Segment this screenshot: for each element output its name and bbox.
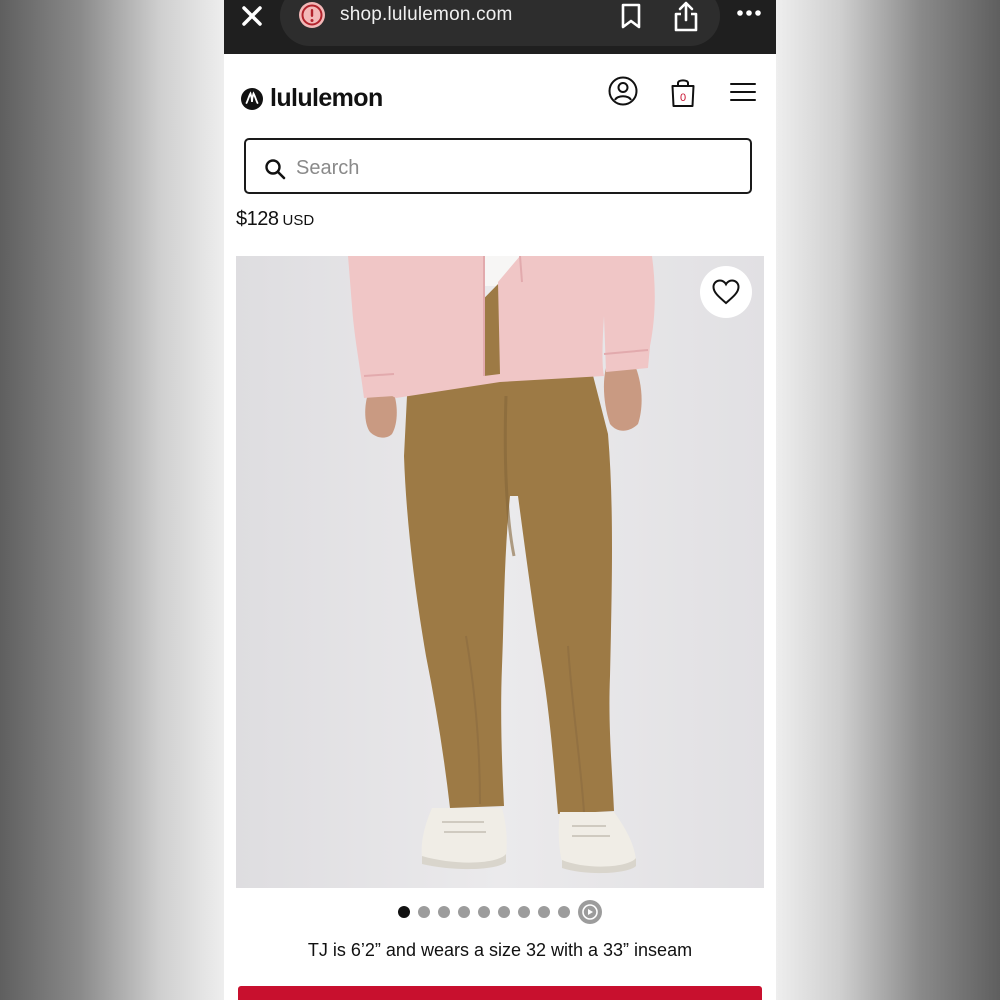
favorite-button[interactable] xyxy=(700,266,752,318)
close-icon[interactable] xyxy=(238,2,266,30)
cart-count: 0 xyxy=(680,92,686,104)
share-icon[interactable] xyxy=(672,0,700,32)
video-play-indicator[interactable] xyxy=(578,900,602,924)
carousel-dot[interactable] xyxy=(458,906,470,918)
warning-icon[interactable] xyxy=(298,1,326,29)
play-icon xyxy=(582,904,598,920)
menu-icon[interactable] xyxy=(730,82,756,102)
product-photo-illustration xyxy=(236,256,764,888)
phone-screen: shop.lululemon.com lululemon 0 Search $1… xyxy=(224,0,776,1000)
logo[interactable]: lululemon xyxy=(240,84,383,113)
carousel-dot[interactable] xyxy=(518,906,530,918)
bookmark-icon[interactable] xyxy=(620,3,642,29)
carousel-dot[interactable] xyxy=(478,906,490,918)
carousel-dot[interactable] xyxy=(418,906,430,918)
account-icon[interactable] xyxy=(608,76,638,106)
lululemon-logo-icon xyxy=(241,87,263,110)
image-carousel-indicators xyxy=(224,898,776,926)
search-icon xyxy=(265,159,286,180)
browser-toolbar: shop.lululemon.com xyxy=(224,0,776,54)
search-box[interactable] xyxy=(244,138,752,194)
site-header: lululemon 0 xyxy=(224,54,776,214)
logo-text: lululemon xyxy=(270,84,383,112)
add-to-bag-button[interactable] xyxy=(238,986,762,1000)
carousel-dot[interactable] xyxy=(498,906,510,918)
product-price: $128 USD xyxy=(236,208,314,231)
more-icon[interactable] xyxy=(736,6,762,20)
carousel-dot[interactable] xyxy=(558,906,570,918)
carousel-dot[interactable] xyxy=(438,906,450,918)
price-amount: $128 xyxy=(236,208,279,230)
search-input[interactable] xyxy=(294,152,728,184)
shopping-bag-icon[interactable]: 0 xyxy=(670,76,696,108)
carousel-dot[interactable] xyxy=(538,906,550,918)
carousel-dot[interactable] xyxy=(398,906,410,918)
url-text[interactable]: shop.lululemon.com xyxy=(340,4,513,26)
price-currency: USD xyxy=(282,212,315,229)
heart-icon xyxy=(712,279,740,305)
product-image[interactable] xyxy=(236,256,764,888)
model-size-note: TJ is 6’2” and wears a size 32 with a 33… xyxy=(307,940,693,960)
